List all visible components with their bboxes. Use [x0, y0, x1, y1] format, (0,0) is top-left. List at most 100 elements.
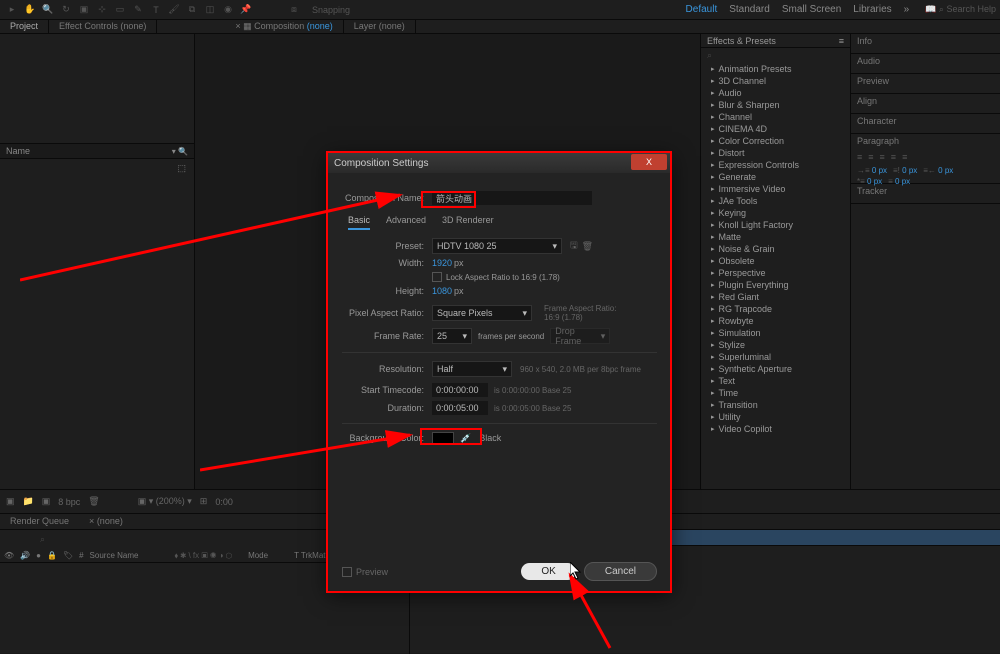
- col-label-icon[interactable]: 🏷: [63, 551, 73, 560]
- col-lock-icon[interactable]: 🔒: [47, 551, 57, 560]
- align-right-icon[interactable]: ≡: [880, 152, 885, 162]
- preset-item[interactable]: Distort: [701, 147, 850, 159]
- preset-item[interactable]: Superluminal: [701, 351, 850, 363]
- interpret-icon[interactable]: ▣: [6, 496, 15, 507]
- width-value[interactable]: 1920: [432, 258, 452, 268]
- tab-layer[interactable]: Layer (none): [344, 20, 416, 33]
- preset-item[interactable]: Keying: [701, 207, 850, 219]
- snapping-label[interactable]: Snapping: [312, 5, 350, 15]
- tab-advanced[interactable]: Advanced: [386, 215, 426, 230]
- tab-composition[interactable]: × ▦ Composition (none): [225, 20, 343, 33]
- dialog-titlebar[interactable]: Composition Settings X: [328, 153, 671, 173]
- bgcolor-swatch[interactable]: [432, 432, 454, 444]
- align-justify-icon[interactable]: ≡: [891, 152, 896, 162]
- preset-item[interactable]: Obsolete: [701, 255, 850, 267]
- panel-character[interactable]: Character: [851, 114, 1000, 134]
- preset-item[interactable]: Expression Controls: [701, 159, 850, 171]
- resolution-select[interactable]: Half▾: [432, 361, 512, 377]
- snap-icon[interactable]: ⧈: [286, 2, 302, 18]
- panel-paragraph[interactable]: Paragraph ≡ ≡ ≡ ≡ ≡ →≡ 0 px ≡! 0 px ≡← 0…: [851, 134, 1000, 184]
- ok-button[interactable]: OK: [521, 563, 575, 580]
- align-left-icon[interactable]: ≡: [857, 152, 862, 162]
- preset-item[interactable]: Simulation: [701, 327, 850, 339]
- preset-item[interactable]: Channel: [701, 111, 850, 123]
- height-value[interactable]: 1080: [432, 286, 452, 296]
- align-justify-last-icon[interactable]: ≡: [902, 152, 907, 162]
- presets-menu-icon[interactable]: ≡: [839, 36, 844, 46]
- tool-zoom-icon[interactable]: 🔍: [40, 2, 56, 18]
- panel-align[interactable]: Align: [851, 94, 1000, 114]
- preset-delete-icon[interactable]: 🗑: [582, 241, 593, 252]
- tab-project[interactable]: Project: [0, 20, 49, 33]
- tool-shape-icon[interactable]: ▭: [112, 2, 128, 18]
- preset-item[interactable]: Blur & Sharpen: [701, 99, 850, 111]
- preset-save-icon[interactable]: 🖫: [570, 238, 578, 254]
- ws-libraries[interactable]: Libraries: [853, 4, 891, 15]
- col-source-name[interactable]: Source Name: [90, 551, 139, 560]
- viewer-zoom[interactable]: ▣ ▾ (200%) ▾: [138, 496, 192, 507]
- preset-item[interactable]: Plugin Everything: [701, 279, 850, 291]
- tab-basic[interactable]: Basic: [348, 215, 370, 230]
- viewer-res-icon[interactable]: ⊞: [200, 496, 208, 507]
- preset-item[interactable]: CINEMA 4D: [701, 123, 850, 135]
- panel-info[interactable]: Info: [851, 34, 1000, 54]
- preset-item[interactable]: Time: [701, 387, 850, 399]
- tool-rotate-icon[interactable]: ↻: [58, 2, 74, 18]
- ws-more[interactable]: »: [904, 4, 910, 15]
- framerate-select[interactable]: 25▾: [432, 328, 472, 344]
- preset-item[interactable]: Animation Presets: [701, 63, 850, 75]
- preset-item[interactable]: Red Giant: [701, 291, 850, 303]
- preset-item[interactable]: Rowbyte: [701, 315, 850, 327]
- close-icon[interactable]: X: [631, 154, 667, 170]
- preset-item[interactable]: Perspective: [701, 267, 850, 279]
- ws-default[interactable]: Default: [686, 4, 718, 15]
- tool-puppet-icon[interactable]: 📌: [238, 2, 254, 18]
- preset-item[interactable]: Text: [701, 375, 850, 387]
- tool-anchor-icon[interactable]: ⊹: [94, 2, 110, 18]
- tab-effect-controls[interactable]: Effect Controls (none): [49, 20, 157, 33]
- search-help[interactable]: 📖 ⌕ Search Help: [925, 4, 996, 15]
- tool-roto-icon[interactable]: ◉: [220, 2, 236, 18]
- panel-preview[interactable]: Preview: [851, 74, 1000, 94]
- comp-name-input[interactable]: [432, 191, 592, 205]
- tool-stamp-icon[interactable]: ⧉: [184, 2, 200, 18]
- tool-pen-icon[interactable]: ✎: [130, 2, 146, 18]
- tab-3d-renderer[interactable]: 3D Renderer: [442, 215, 494, 230]
- col-mode[interactable]: Mode: [248, 551, 268, 560]
- tool-text-icon[interactable]: T: [148, 2, 164, 18]
- preview-checkbox[interactable]: Preview: [342, 567, 388, 577]
- new-comp-icon[interactable]: ▣: [42, 496, 51, 507]
- tool-selection-icon[interactable]: ▸: [4, 2, 20, 18]
- col-audio-icon[interactable]: 🔊: [20, 551, 30, 560]
- preset-item[interactable]: Transition: [701, 399, 850, 411]
- col-solo-icon[interactable]: ●: [36, 551, 41, 560]
- preset-item[interactable]: Knoll Light Factory: [701, 219, 850, 231]
- preset-item[interactable]: Matte: [701, 231, 850, 243]
- ws-standard[interactable]: Standard: [729, 4, 770, 15]
- panel-audio[interactable]: Audio: [851, 54, 1000, 74]
- preset-select[interactable]: HDTV 1080 25▾: [432, 238, 562, 254]
- tool-camera-icon[interactable]: ▣: [76, 2, 92, 18]
- tool-hand-icon[interactable]: ✋: [22, 2, 38, 18]
- tab-timeline-none[interactable]: × (none): [79, 514, 133, 529]
- preset-item[interactable]: Generate: [701, 171, 850, 183]
- col-visibility-icon[interactable]: 👁: [4, 551, 14, 560]
- cancel-button[interactable]: Cancel: [584, 562, 657, 581]
- tool-brush-icon[interactable]: 🖌: [166, 2, 182, 18]
- preset-item[interactable]: 3D Channel: [701, 75, 850, 87]
- preset-item[interactable]: Synthetic Aperture: [701, 363, 850, 375]
- preset-item[interactable]: Utility: [701, 411, 850, 423]
- preset-item[interactable]: JAe Tools: [701, 195, 850, 207]
- tab-render-queue[interactable]: Render Queue: [0, 514, 79, 529]
- preset-item[interactable]: Audio: [701, 87, 850, 99]
- start-timecode-input[interactable]: [432, 383, 488, 397]
- panel-tracker[interactable]: Tracker: [851, 184, 1000, 204]
- tool-eraser-icon[interactable]: ◫: [202, 2, 218, 18]
- preset-item[interactable]: Video Copilot: [701, 423, 850, 435]
- presets-search[interactable]: ⌕: [701, 48, 850, 63]
- eyedropper-icon[interactable]: 💉: [460, 433, 471, 444]
- lock-aspect-checkbox[interactable]: [432, 272, 442, 282]
- sort-icon[interactable]: ▾ 🔍: [172, 147, 188, 156]
- flowchart-icon[interactable]: ⬚: [177, 163, 186, 173]
- ws-smallscreen[interactable]: Small Screen: [782, 4, 841, 15]
